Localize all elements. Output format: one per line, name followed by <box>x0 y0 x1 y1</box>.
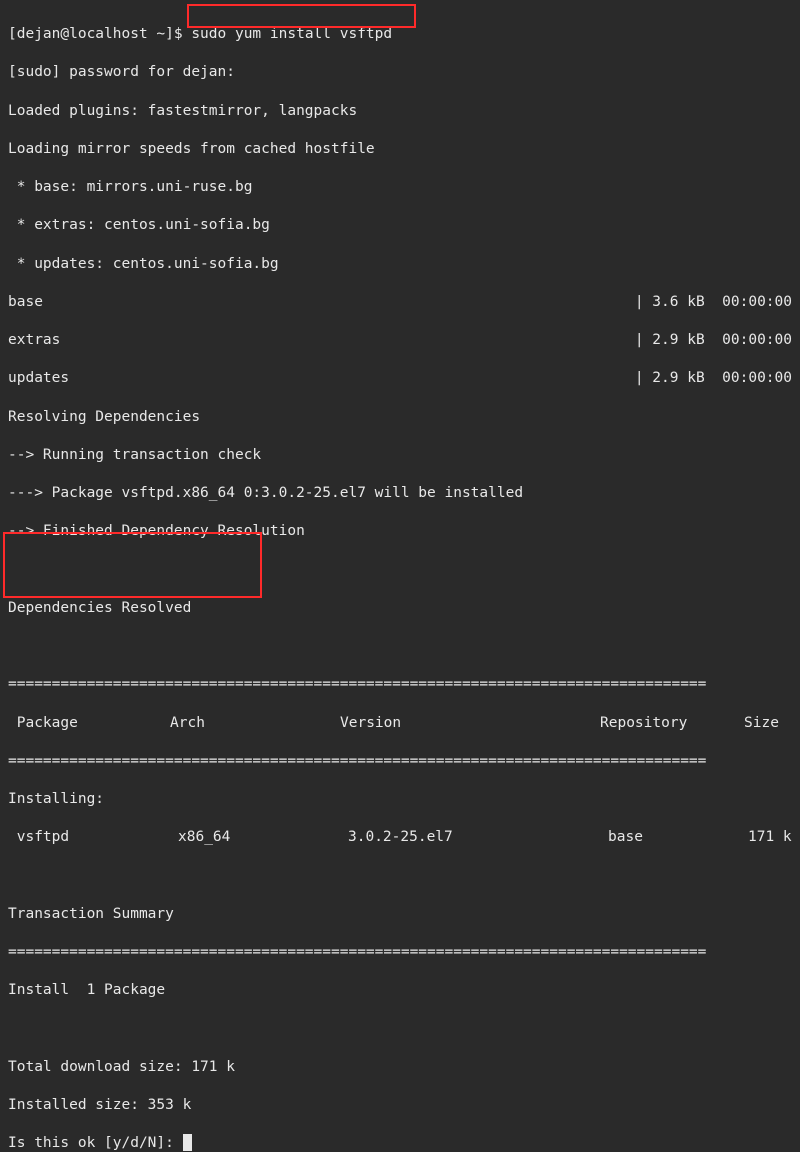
blank-line <box>8 867 792 886</box>
table-header: PackageArchVersionRepositorySize <box>8 714 792 733</box>
mirror-updates-line: * updates: centos.uni-sofia.bg <box>8 255 792 274</box>
repo-time: 00:00:00 <box>722 332 792 348</box>
terminal-output[interactable]: [dejan@localhost ~]$ sudo yum install vs… <box>0 0 800 1152</box>
transaction-summary-line: Transaction Summary <box>8 905 792 924</box>
repo-time: 00:00:00 <box>722 294 792 310</box>
repo-name: base <box>8 293 43 312</box>
installed-size-line: Installed size: 353 k <box>8 1096 792 1115</box>
repo-time: 00:00:00 <box>722 370 792 386</box>
mirror-base-line: * base: mirrors.uni-ruse.bg <box>8 178 792 197</box>
mirror-extras-line: * extras: centos.uni-sofia.bg <box>8 216 792 235</box>
cursor-icon <box>183 1134 192 1151</box>
prompt-line: [dejan@localhost ~]$ sudo yum install vs… <box>8 25 792 44</box>
repo-base-line: base| 3.6 kB 00:00:00 <box>8 293 792 312</box>
table-row: vsftpdx86_643.0.2-25.el7base171 k <box>8 828 792 847</box>
confirm-prompt-line[interactable]: Is this ok [y/d/N]: <box>8 1134 792 1152</box>
header-package: Package <box>8 714 170 733</box>
repo-size: 2.9 kB <box>652 332 704 348</box>
cell-repository: base <box>608 828 748 847</box>
plugins-line: Loaded plugins: fastestmirror, langpacks <box>8 102 792 121</box>
divider-line: ========================================… <box>8 675 792 694</box>
loading-mirrors-line: Loading mirror speeds from cached hostfi… <box>8 140 792 159</box>
confirm-prompt-text: Is this ok [y/d/N]: <box>8 1135 183 1151</box>
cell-arch: x86_64 <box>178 828 348 847</box>
download-size-line: Total download size: 171 k <box>8 1058 792 1077</box>
repo-size: 2.9 kB <box>652 370 704 386</box>
repo-name: updates <box>8 369 69 388</box>
header-arch: Arch <box>170 714 340 733</box>
repo-size: 3.6 kB <box>652 294 704 310</box>
package-install-line: ---> Package vsftpd.x86_64 0:3.0.2-25.el… <box>8 484 792 503</box>
prompt-prefix: [dejan@localhost ~]$ <box>8 26 191 42</box>
install-count-line: Install 1 Package <box>8 981 792 1000</box>
repo-extras-line: extras| 2.9 kB 00:00:00 <box>8 331 792 350</box>
installing-header: Installing: <box>8 790 792 809</box>
divider-line: ========================================… <box>8 943 792 962</box>
finished-resolution-line: --> Finished Dependency Resolution <box>8 522 792 541</box>
repo-updates-line: updates| 2.9 kB 00:00:00 <box>8 369 792 388</box>
header-repository: Repository <box>600 714 744 733</box>
repo-name: extras <box>8 331 60 350</box>
blank-line <box>8 561 792 580</box>
resolving-deps-line: Resolving Dependencies <box>8 408 792 427</box>
deps-resolved-line: Dependencies Resolved <box>8 599 792 618</box>
cell-size: 171 k <box>748 828 792 847</box>
blank-line <box>8 1020 792 1039</box>
blank-line <box>8 637 792 656</box>
divider-line: ========================================… <box>8 752 792 771</box>
header-size: Size <box>744 714 779 733</box>
cell-version: 3.0.2-25.el7 <box>348 828 608 847</box>
sudo-password-line: [sudo] password for dejan: <box>8 63 792 82</box>
transaction-check-line: --> Running transaction check <box>8 446 792 465</box>
cell-package: vsftpd <box>8 828 178 847</box>
header-version: Version <box>340 714 600 733</box>
command-text: sudo yum install vsftpd <box>191 26 392 42</box>
